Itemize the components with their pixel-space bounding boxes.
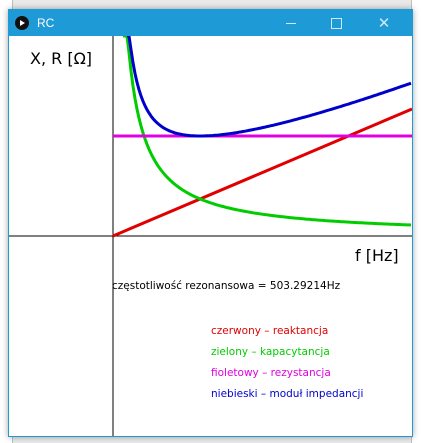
title-bar[interactable]: RC ✕ xyxy=(9,10,412,36)
plot-area: X, R [Ω] f [Hz] częstotliwość rezonansow… xyxy=(9,34,413,436)
legend-reactance: czerwony – reaktancja xyxy=(211,325,328,337)
minimize-button[interactable] xyxy=(271,10,311,36)
window-title: RC xyxy=(37,16,55,30)
x-axis-label: f [Hz] xyxy=(355,246,399,265)
legend-impedance: niebieski – moduł impedancji xyxy=(211,388,363,400)
maximize-icon xyxy=(330,17,342,29)
y-axis-label: X, R [Ω] xyxy=(30,49,92,68)
close-icon: ✕ xyxy=(377,13,391,32)
legend-capacitance: zielony – kapacytancja xyxy=(211,346,330,358)
app-icon[interactable] xyxy=(15,16,29,30)
chart-svg: X, R [Ω] f [Hz] częstotliwość rezonansow… xyxy=(9,34,413,436)
close-button[interactable]: ✕ xyxy=(364,10,404,36)
rc-window: RC ✕ X, R [Ω] f [Hz] częstotliwość rezon… xyxy=(8,9,413,437)
maximize-button[interactable] xyxy=(316,10,356,36)
impedance-curve xyxy=(127,34,412,138)
legend: czerwony – reaktancja zielony – kapacytan… xyxy=(211,325,363,400)
curves xyxy=(112,34,413,238)
minimize-icon xyxy=(286,22,296,24)
resonance-text: częstotliwość rezonansowa = 503.29214Hz xyxy=(112,280,341,292)
legend-resistance: fioletowy – rezystancja xyxy=(211,367,331,379)
